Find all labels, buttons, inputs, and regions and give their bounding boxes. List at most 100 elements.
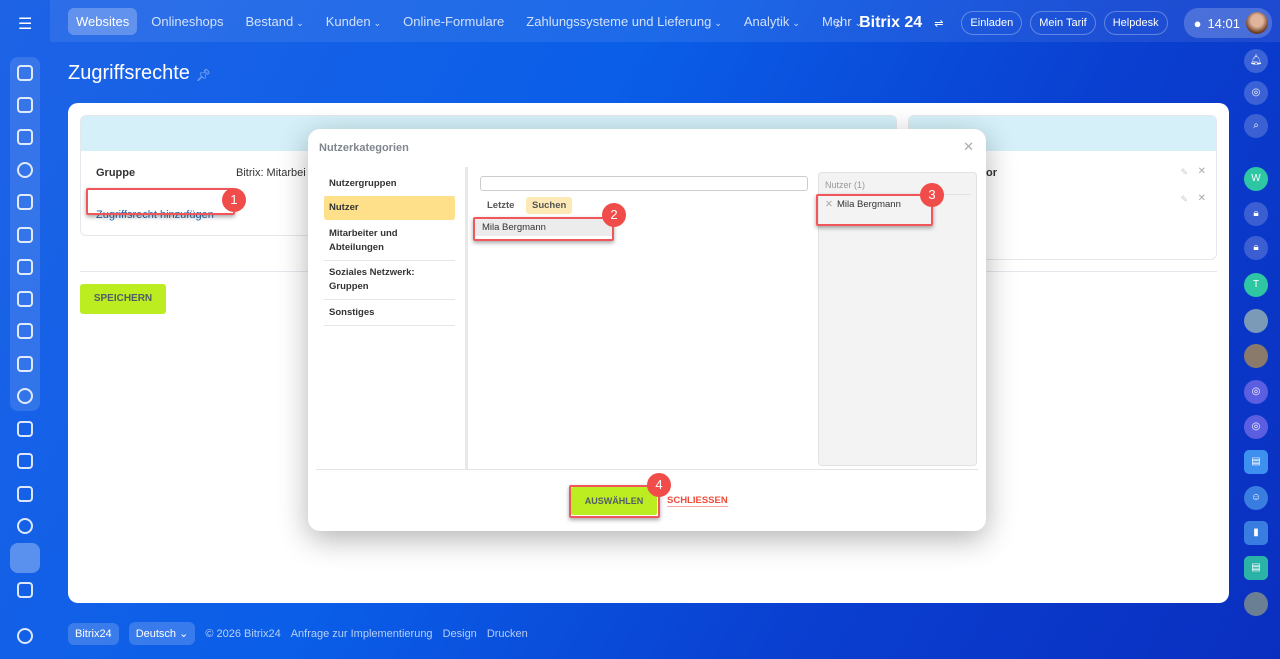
nav-label: Analytik (743, 13, 790, 29)
chat-icon[interactable] (17, 97, 33, 113)
nav-label: Kunden (325, 13, 371, 29)
top-nav: Websites Onlineshops Bestand ⌄ Kunden ⌄ On… (68, 7, 876, 35)
category-sonstiges[interactable]: Sonstiges (324, 301, 455, 326)
invite-button[interactable]: Einladen (961, 11, 1023, 35)
footer-link-drucken[interactable]: Drucken (487, 628, 528, 640)
selected-header: Nutzer (1) (819, 173, 971, 195)
tasks-icon[interactable] (17, 227, 33, 243)
footer-brand[interactable]: Bitrix24 (68, 622, 119, 645)
edit-icon[interactable]: ✎ (1180, 167, 1188, 178)
highlight-box (86, 188, 235, 215)
highlight-box (816, 194, 933, 226)
user-avatar[interactable] (1246, 12, 1268, 34)
highlight-box (473, 217, 614, 241)
nav-analytik[interactable]: Analytik ⌄ (736, 8, 808, 35)
nav-online-formulare[interactable]: Online-Formulare (395, 8, 512, 35)
hex-icon[interactable] (17, 162, 33, 178)
tariff-button[interactable]: Mein Tarif (1030, 11, 1096, 35)
mail-icon[interactable] (17, 356, 33, 372)
clock-widget[interactable]: ● 14:01 (1183, 8, 1272, 38)
bot-icon[interactable]: ☺ (1244, 486, 1268, 510)
settings-icon[interactable] (17, 628, 33, 644)
delete-icon[interactable]: ✕ (1198, 193, 1206, 204)
category-nutzergruppen[interactable]: Nutzergruppen (324, 172, 455, 197)
dialog-title: Nutzerkategorien (319, 142, 409, 154)
category-mitarbeiter[interactable]: Mitarbeiter und Abteilungen (324, 222, 455, 261)
app-icon[interactable]: ▤ (1244, 556, 1268, 580)
divider (465, 167, 468, 469)
nav-onlineshops[interactable]: Onlineshops (143, 8, 231, 35)
save-button[interactable]: SPEICHERN (80, 284, 166, 314)
search-input[interactable] (480, 176, 808, 191)
step-badge: 2 (602, 203, 626, 227)
bookmark-icon[interactable]: ▮ (1244, 521, 1268, 545)
tab-suchen[interactable]: Suchen (526, 197, 573, 214)
group-label: Gruppe (96, 167, 136, 179)
cart-icon[interactable] (10, 543, 40, 573)
drive-icon[interactable] (17, 323, 33, 339)
copyright: © 2026 Bitrix24 (205, 627, 281, 640)
board-icon[interactable] (17, 291, 33, 307)
schedule-icon[interactable] (17, 453, 33, 469)
feed-icon[interactable] (17, 129, 33, 145)
lock-icon[interactable]: 🔒︎ (1244, 236, 1268, 260)
step-badge: 1 (222, 188, 246, 212)
category-nutzer[interactable]: Nutzer (324, 196, 455, 220)
copilot-chat-icon[interactable]: ◎ (1244, 380, 1268, 404)
chevron-down-icon: ⌄ (296, 17, 304, 28)
helpdesk-button[interactable]: Helpdesk (1103, 11, 1168, 35)
chevron-down-icon: ⌄ (714, 17, 722, 28)
user-avatar[interactable] (1244, 344, 1268, 368)
workgroup-avatar[interactable]: W (1244, 167, 1268, 191)
page-title: Zugriffsrechte 📌︎ (68, 62, 211, 85)
divider (316, 469, 978, 470)
copilot-chat-icon[interactable]: ◎ (1244, 415, 1268, 439)
nav-label: Bestand (245, 13, 294, 29)
language-select[interactable]: Deutsch ⌄ (128, 622, 196, 645)
contacts-icon[interactable] (17, 388, 33, 404)
nav-label: Zahlungssysteme und Lieferung (526, 13, 712, 29)
category-soziales-netzwerk[interactable]: Soziales Netzwerk: Gruppen (324, 261, 455, 300)
bell-icon[interactable]: 🔔︎ (1244, 49, 1268, 73)
copilot-icon[interactable]: ◎ (1244, 81, 1268, 105)
right-sidebar: 🔔︎ ◎ ⌕ W 🔒︎ 🔒︎ T ◎ ◎ ▤ ☺ ▮ ▤ (1230, 42, 1280, 659)
settings-sliders-icon[interactable]: ⇌ (934, 17, 943, 30)
nav-zahlungssysteme[interactable]: Zahlungssysteme und Lieferung ⌄ (518, 8, 730, 35)
highlight-box (569, 485, 660, 518)
left-sidebar: ☰ (0, 0, 50, 659)
filter-icon[interactable] (17, 421, 33, 437)
chat-avatar[interactable]: T (1244, 273, 1268, 297)
language-value: Deutsch (135, 628, 177, 640)
close-button[interactable]: SCHLIESSEN (667, 495, 728, 507)
chat-icon[interactable]: ▤ (1244, 450, 1268, 474)
page-title-text: Zugriffsrechte (68, 62, 190, 84)
user-avatar[interactable] (1244, 592, 1268, 616)
search-icon[interactable]: ⌕ (835, 15, 843, 32)
menu-icon[interactable]: ☰ (18, 14, 32, 34)
pin-icon[interactable]: 📌︎ (196, 68, 211, 82)
edit-icon[interactable]: ✎ (1180, 194, 1188, 205)
nav-bestand[interactable]: Bestand ⌄ (238, 8, 312, 35)
edit-icon[interactable] (17, 582, 33, 598)
brand-logo[interactable]: Bitrix 24 (859, 14, 922, 32)
close-icon[interactable]: ✕ (963, 139, 974, 155)
role-label: or (986, 167, 997, 179)
nav-kunden[interactable]: Kunden ⌄ (318, 8, 389, 35)
nav-websites[interactable]: Websites (68, 7, 138, 35)
calendar-icon[interactable] (17, 194, 33, 210)
footer-link-design[interactable]: Design (443, 628, 477, 640)
search-chat-icon[interactable]: ⌕ (1244, 114, 1268, 138)
lock-icon[interactable]: 🔒︎ (1244, 202, 1268, 226)
target-icon[interactable] (17, 518, 33, 534)
sidebar-icon[interactable] (17, 65, 33, 81)
group-value: Bitrix: Mitarbei (236, 167, 306, 179)
clock-icon: ● (1193, 15, 1202, 31)
user-avatar[interactable] (1244, 309, 1268, 333)
tab-letzte[interactable]: Letzte (487, 200, 514, 211)
user-categories-dialog: Nutzerkategorien ✕ Nutzergruppen Nutzer … (308, 129, 986, 531)
delete-icon[interactable]: ✕ (1198, 166, 1206, 177)
docs-icon[interactable] (17, 259, 33, 275)
store-icon[interactable] (17, 486, 33, 502)
footer-link-implementierung[interactable]: Anfrage zur Implementierung (291, 628, 433, 640)
chevron-down-icon: ⌄ (179, 628, 189, 640)
